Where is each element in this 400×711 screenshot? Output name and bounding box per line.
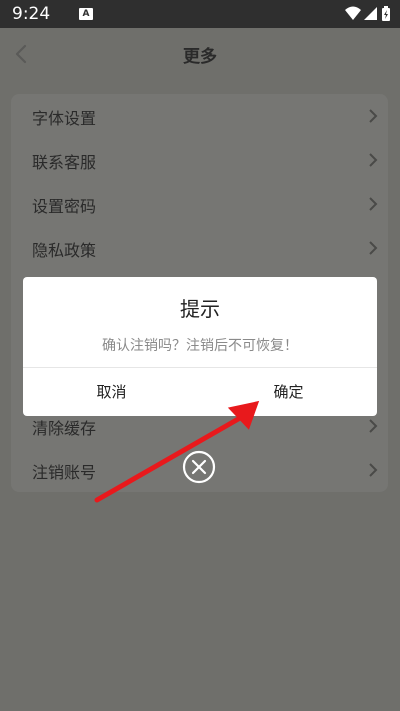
chevron-right-icon — [369, 153, 378, 167]
list-item-label: 设置密码 — [32, 197, 97, 216]
list-item-set-password[interactable]: 设置密码 — [11, 182, 388, 226]
cancel-button[interactable]: 取消 — [23, 368, 200, 416]
list-item-label: 联系客服 — [32, 153, 97, 172]
list-item-contact-service[interactable]: 联系客服 — [11, 138, 388, 182]
status-time: 9:24 — [12, 4, 51, 24]
wifi-icon — [345, 6, 361, 20]
chevron-right-icon — [369, 463, 378, 477]
list-item-font-settings[interactable]: 字体设置 — [11, 94, 388, 138]
list-item-privacy-policy[interactable]: 隐私政策 — [11, 226, 388, 270]
confirm-button[interactable]: 确定 — [200, 368, 377, 416]
list-item-label: 注销账号 — [32, 463, 97, 482]
sim-badge: A — [79, 8, 93, 20]
status-icons — [344, 5, 392, 23]
close-circle-icon[interactable] — [182, 450, 216, 484]
battery-charging-icon — [382, 6, 390, 21]
signal-icon — [364, 7, 377, 20]
page-title: 更多 — [183, 47, 217, 67]
list-item-label: 字体设置 — [32, 109, 97, 128]
chevron-right-icon — [369, 419, 378, 433]
nav-bar: 更多 — [0, 28, 400, 80]
chevron-right-icon — [369, 197, 378, 211]
confirm-dialog: 提示 确认注销吗？注销后不可恢复！ 取消 确定 — [23, 277, 377, 416]
list-item-label: 清除缓存 — [32, 419, 97, 438]
chevron-right-icon — [369, 241, 378, 255]
chevron-right-icon — [369, 109, 378, 123]
dialog-title: 提示 — [180, 297, 220, 321]
dialog-message: 确认注销吗？注销后不可恢复！ — [102, 338, 298, 354]
status-bar: 9:24 A — [0, 0, 400, 28]
list-item-label: 隐私政策 — [32, 241, 97, 260]
